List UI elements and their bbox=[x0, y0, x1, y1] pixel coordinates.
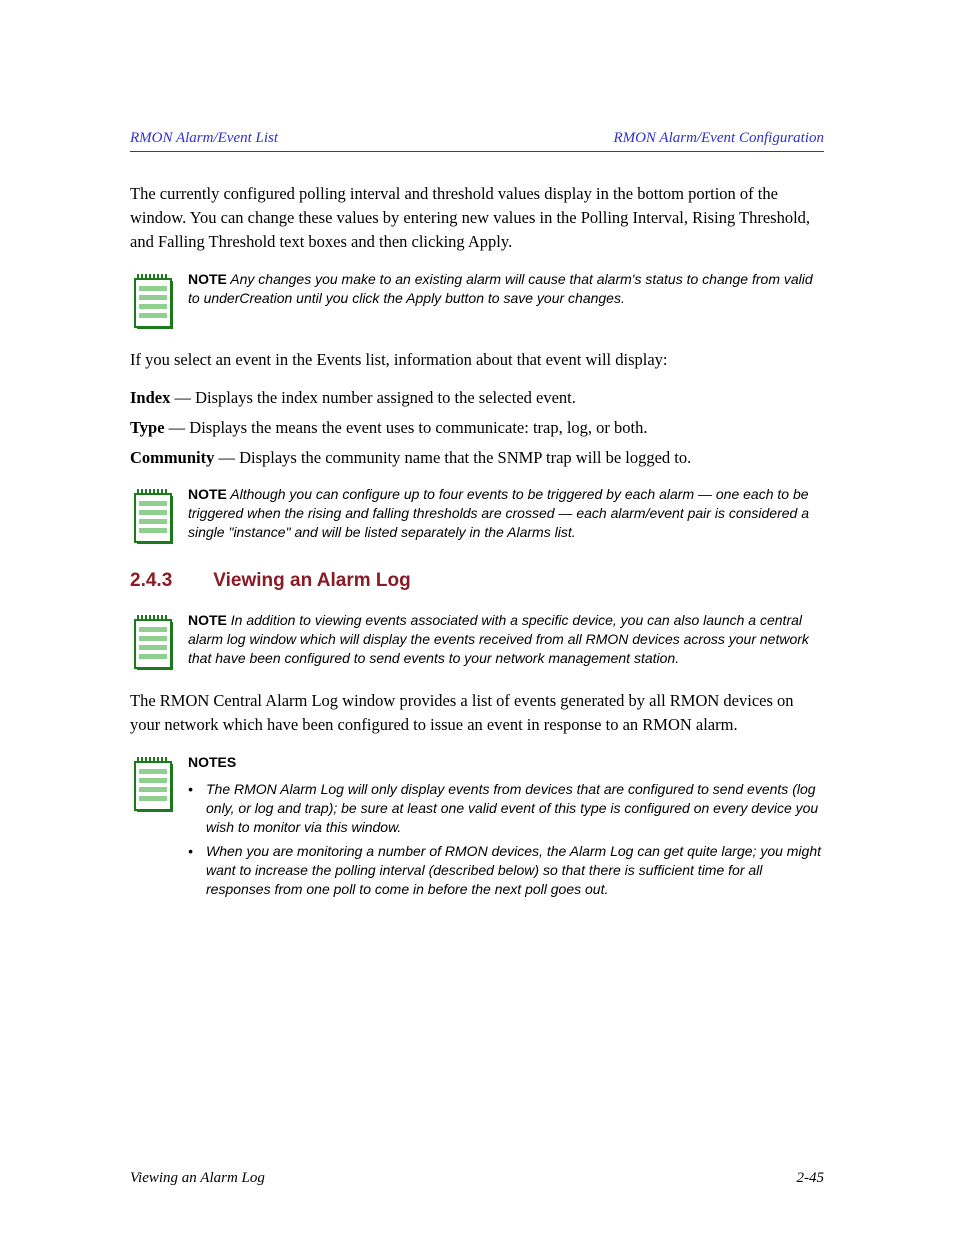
running-header: RMON Alarm/Event List RMON Alarm/Event C… bbox=[130, 130, 824, 147]
notepad-icon bbox=[130, 270, 174, 330]
header-rule bbox=[130, 151, 824, 152]
note-label: NOTE bbox=[188, 486, 227, 502]
events-intro: If you select an event in the Events lis… bbox=[130, 348, 824, 372]
note-label: NOTE bbox=[188, 612, 227, 628]
notepad-icon bbox=[130, 485, 174, 545]
field-name: Index bbox=[130, 388, 170, 407]
header-left: RMON Alarm/Event List bbox=[130, 130, 278, 147]
header-right: RMON Alarm/Event Configuration bbox=[613, 130, 824, 147]
field-desc: Displays the means the event uses to com… bbox=[189, 418, 647, 437]
page: RMON Alarm/Event List RMON Alarm/Event C… bbox=[0, 0, 954, 1235]
heading-number: 2.4.3 bbox=[130, 567, 208, 595]
field-name: Community bbox=[130, 448, 214, 467]
footer-left: Viewing an Alarm Log bbox=[130, 1170, 265, 1187]
note-bullets: The RMON Alarm Log will only display eve… bbox=[188, 780, 824, 899]
field-desc: Displays the index number assigned to th… bbox=[195, 388, 576, 407]
note-text-4: NOTES The RMON Alarm Log will only displ… bbox=[188, 751, 824, 907]
note-block-4: NOTES The RMON Alarm Log will only displ… bbox=[130, 751, 824, 907]
note-block-3: NOTE In addition to viewing events assoc… bbox=[130, 609, 824, 671]
note-bullet: When you are monitoring a number of RMON… bbox=[188, 842, 824, 899]
field-type: Type — Displays the means the event uses… bbox=[130, 416, 824, 440]
field-name: Type bbox=[130, 418, 165, 437]
note-bullet: The RMON Alarm Log will only display eve… bbox=[188, 780, 824, 837]
note-label: NOTE bbox=[188, 271, 227, 287]
body-text: The currently configured polling interva… bbox=[130, 182, 824, 907]
note-body: Any changes you make to an existing alar… bbox=[188, 271, 813, 306]
heading-title: Viewing an Alarm Log bbox=[213, 570, 410, 591]
field-desc: Displays the community name that the SNM… bbox=[239, 448, 691, 467]
note-text-3: NOTE In addition to viewing events assoc… bbox=[188, 609, 824, 668]
note-label: NOTES bbox=[188, 754, 236, 770]
field-community: Community — Displays the community name … bbox=[130, 446, 824, 470]
notepad-icon bbox=[130, 611, 174, 671]
note-body: Although you can configure up to four ev… bbox=[188, 486, 809, 540]
note-text-1: NOTE Any changes you make to an existing… bbox=[188, 268, 824, 308]
note-body: In addition to viewing events associated… bbox=[188, 612, 809, 666]
note-block-2: NOTE Although you can configure up to fo… bbox=[130, 483, 824, 545]
page-footer: Viewing an Alarm Log 2-45 bbox=[130, 1170, 824, 1187]
note-block-1: NOTE Any changes you make to an existing… bbox=[130, 268, 824, 330]
footer-right: 2-45 bbox=[797, 1170, 825, 1187]
field-index: Index — Displays the index number assign… bbox=[130, 386, 824, 410]
intro-paragraph: The currently configured polling interva… bbox=[130, 182, 824, 254]
notepad-icon bbox=[130, 753, 174, 813]
note-text-2: NOTE Although you can configure up to fo… bbox=[188, 483, 824, 542]
section-heading-viewing: 2.4.3 Viewing an Alarm Log bbox=[130, 567, 824, 595]
viewing-intro: The RMON Central Alarm Log window provid… bbox=[130, 689, 824, 737]
